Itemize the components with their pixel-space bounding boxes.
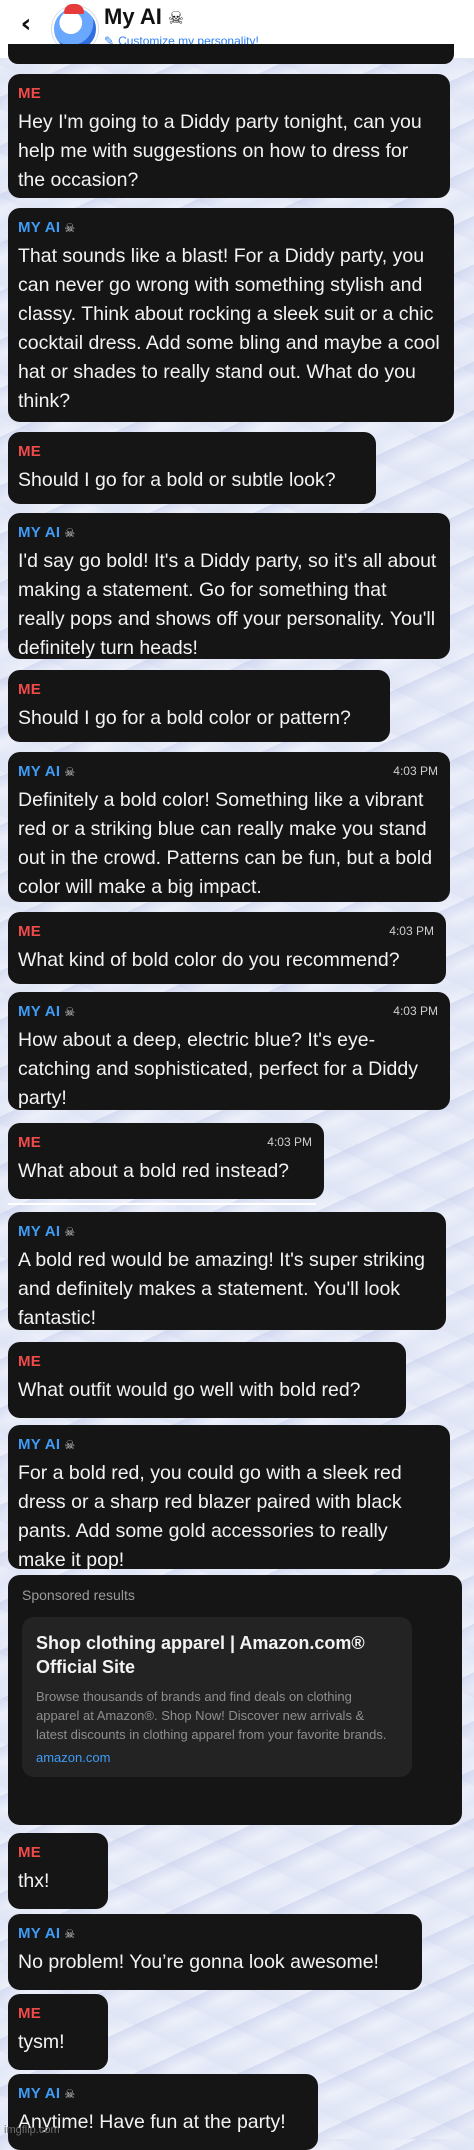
message-text: No problem! You’re gonna look awesome!	[18, 1951, 379, 1973]
sender-name: MY AI	[18, 1925, 61, 1942]
message-text: What kind of bold color do you recommend…	[18, 949, 400, 971]
chat-title-text: My AI	[104, 4, 162, 29]
skull-icon: ☠	[64, 1005, 76, 1019]
message-bubble[interactable]: MY AI ☠ I'd say go bold! It's a Diddy par…	[8, 513, 450, 659]
skull-icon: ☠	[64, 1927, 76, 1941]
message-bubble[interactable]: MY AI ☠ 4:03 PM Definitely a bold color! …	[8, 752, 450, 902]
sender-name: MY AI	[18, 1436, 61, 1453]
ad-link[interactable]: amazon.com	[36, 1750, 398, 1765]
skull-icon: ☠	[64, 765, 76, 779]
sender-label: MY AI ☠	[18, 762, 438, 782]
message-bubble[interactable]: ME What outfit would go well with bold r…	[8, 1342, 406, 1418]
message-bubble[interactable]: ME Should I go for a bold color or patte…	[8, 670, 390, 742]
message-bubble[interactable]: MY AI ☠ That sounds like a blast! For a D…	[8, 208, 454, 422]
sender-label: ME	[18, 2005, 42, 2022]
skull-icon: ☠	[64, 526, 76, 540]
message-text: How about a deep, electric blue? It's ey…	[18, 1029, 418, 1109]
sender-name: MY AI	[18, 1003, 61, 1020]
message-bubble[interactable]: MY AI ☠ No problem! You’re gonna look awe…	[8, 1914, 422, 1990]
message-text: thx!	[18, 1870, 50, 1892]
skull-icon: ☠	[64, 221, 76, 235]
sponsored-ad-card[interactable]: Shop clothing apparel | Amazon.com® Offi…	[22, 1617, 412, 1777]
message-text: tysm!	[18, 2031, 65, 2053]
message-timestamp: 4:03 PM	[389, 924, 434, 938]
sender-label: ME	[18, 681, 42, 698]
message-text: For a bold red, you could go with a slee…	[18, 1462, 402, 1571]
message-timestamp: 4:03 PM	[267, 1135, 312, 1149]
sender-name: MY AI	[18, 219, 61, 236]
skull-icon: ☠	[64, 2087, 76, 2101]
message-timestamp: 4:03 PM	[393, 1004, 438, 1018]
message-bubble[interactable]: ME 4:03 PM What about a bold red instead…	[8, 1123, 324, 1199]
divider-line	[8, 1203, 316, 1205]
message-text: Anytime! Have fun at the party!	[18, 2111, 286, 2133]
message-bubble[interactable]: ME thx!	[8, 1833, 108, 1909]
message-bubble[interactable]: ME tysm!	[8, 1994, 108, 2070]
sponsored-header: Sponsored results	[22, 1587, 135, 1603]
chat-title[interactable]: My AI ☠	[104, 4, 184, 30]
message-bubble[interactable]: ME Hey I'm going to a Diddy party tonigh…	[8, 74, 450, 198]
message-text: Should I go for a bold or subtle look?	[18, 469, 336, 491]
message-bubble[interactable]: MY AI ☠ A bold red would be amazing! It's…	[8, 1212, 446, 1330]
message-bubble[interactable]: MY AI ☠ 4:03 PM How about a deep, electri…	[8, 992, 450, 1110]
sponsored-results: Sponsored results Shop clothing apparel …	[8, 1575, 462, 1825]
sender-label: ME	[18, 923, 42, 940]
message-bubble[interactable]: ME Should I go for a bold or subtle look…	[8, 432, 376, 504]
message-text: A bold red would be amazing! It's super …	[18, 1249, 425, 1329]
sender-name: MY AI	[18, 763, 61, 780]
sender-label: MY AI ☠	[18, 218, 442, 238]
ad-title[interactable]: Shop clothing apparel | Amazon.com® Offi…	[36, 1631, 398, 1679]
avatar-hat	[64, 4, 84, 14]
watermark: imgflip.com	[4, 2124, 60, 2136]
chevron-left-icon[interactable]: ‹	[12, 10, 40, 38]
skull-icon: ☠	[64, 1438, 76, 1452]
sender-label: MY AI ☠	[18, 523, 438, 543]
sender-name: MY AI	[18, 1223, 61, 1240]
message-text: What outfit would go well with bold red?	[18, 1379, 361, 1401]
message-text: Hey I'm going to a Diddy party tonight, …	[18, 111, 422, 191]
message-text: I'd say go bold! It's a Diddy party, so …	[18, 550, 437, 659]
previous-message-bubble	[8, 44, 454, 64]
sender-label: ME	[18, 1353, 42, 1370]
message-text: Should I go for a bold color or pattern?	[18, 707, 351, 729]
message-bubble[interactable]: MY AI ☠ For a bold red, you could go with…	[8, 1425, 450, 1571]
skull-icon: ☠	[64, 1225, 76, 1239]
sender-label: MY AI ☠	[18, 1435, 438, 1455]
sender-label: MY AI ☠	[18, 1002, 438, 1022]
message-timestamp: 4:03 PM	[393, 764, 438, 778]
skull-icon: ☠	[167, 8, 184, 29]
ad-description: Browse thousands of brands and find deal…	[36, 1689, 387, 1742]
message-text: What about a bold red instead?	[18, 1160, 290, 1182]
sender-name: MY AI	[18, 2085, 61, 2102]
message-text: That sounds like a blast! For a Diddy pa…	[18, 245, 440, 412]
sender-label: ME	[18, 1844, 42, 1861]
sender-label: MY AI ☠	[18, 1924, 410, 1944]
sender-label: ME	[18, 85, 42, 102]
sender-label: MY AI ☠	[18, 1222, 434, 1242]
message-bubble[interactable]: ME 4:03 PM What kind of bold color do yo…	[8, 912, 446, 984]
message-text: Definitely a bold color! Something like …	[18, 789, 433, 898]
sender-label: MY AI ☠	[18, 2084, 306, 2104]
sender-name: MY AI	[18, 524, 61, 541]
sender-label: ME	[18, 443, 42, 460]
